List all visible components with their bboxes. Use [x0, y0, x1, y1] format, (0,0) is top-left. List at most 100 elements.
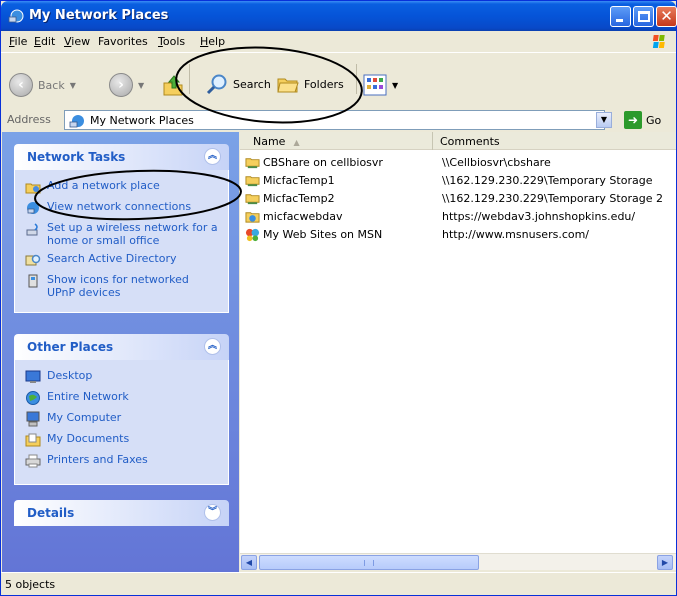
details-panel: Details ︾ [14, 500, 229, 526]
place-label: My Computer [47, 411, 122, 424]
list-item-comment: \\Cellbiosvr\cbshare [442, 156, 551, 169]
task-label: Set up a wireless network for a home or … [47, 221, 218, 247]
horizontal-scrollbar[interactable]: ◀ ▶ [240, 553, 676, 570]
list-item-name-cell: micfacwebdav [245, 209, 342, 224]
task-label: Add a network place [47, 179, 160, 192]
views-button[interactable]: ▼ [363, 74, 398, 96]
menu-file[interactable]: File [9, 35, 27, 48]
maximize-button[interactable] [633, 6, 654, 27]
list-item[interactable]: MicfacTemp1 \\162.129.230.229\Temporary … [240, 171, 676, 188]
place-label: Printers and Faxes [47, 453, 148, 466]
menu-edit-label: dit [40, 35, 56, 48]
file-list-view[interactable]: Name ▲ Comments CBShare on cellbiosvr \\C… [240, 132, 676, 553]
collapse-chevron-icon[interactable]: ︽ [204, 338, 221, 355]
list-item-name: My Web Sites on MSN [263, 228, 383, 241]
menu-view[interactable]: View [64, 35, 90, 48]
address-input[interactable]: My Network Places ▼ [64, 110, 612, 130]
network-share-icon [245, 158, 260, 169]
menu-favorites[interactable]: Favorites [98, 35, 148, 48]
other-places-body: Desktop Entire Network My Computer My Do… [14, 360, 229, 485]
folders-button[interactable]: Folders [277, 73, 344, 95]
list-item-comment: \\162.129.230.229\Temporary Storage 2 [442, 192, 663, 205]
folders-icon [277, 78, 299, 93]
back-button[interactable]: ‹ Back ▼ [9, 73, 76, 97]
details-header[interactable]: Details ︾ [14, 500, 229, 526]
place-entire-network[interactable]: Entire Network [25, 390, 218, 406]
documents-folder-icon [25, 433, 41, 447]
list-item[interactable]: My Web Sites on MSN http://www.msnusers.… [240, 225, 676, 242]
go-button[interactable]: ➜ Go [624, 111, 661, 129]
network-connections-icon [27, 202, 39, 214]
chevron-down-icon[interactable]: ▼ [596, 112, 612, 128]
place-my-documents[interactable]: My Documents [25, 432, 218, 448]
column-header-comments[interactable]: Comments [434, 132, 676, 150]
printer-icon [25, 454, 41, 468]
up-folder-icon[interactable] [162, 73, 184, 97]
list-item[interactable]: micfacwebdav https://webdav3.johnshopkin… [240, 207, 676, 224]
network-places-icon [8, 9, 24, 23]
search-icon [206, 74, 227, 95]
place-label: Desktop [47, 369, 93, 382]
minimize-icon [616, 19, 623, 22]
sort-ascending-icon: ▲ [293, 138, 300, 147]
network-share-icon [245, 194, 260, 205]
menu-favorites-label: Favorites [98, 35, 148, 48]
other-places-panel: Other Places ︽ Desktop Entire Network My… [14, 334, 229, 485]
place-printers-faxes[interactable]: Printers and Faxes [25, 453, 218, 469]
scroll-right-arrow-icon[interactable]: ▶ [657, 555, 673, 570]
scroll-left-arrow-icon[interactable]: ◀ [241, 555, 257, 570]
menu-tools-label: ools [162, 35, 186, 48]
list-item-comment: http://www.msnusers.com/ [442, 228, 590, 241]
column-header-row: Name ▲ Comments [240, 132, 676, 150]
menu-file-label: ile [14, 35, 28, 48]
status-bar: 5 objects [1, 572, 676, 595]
folders-label: Folders [304, 77, 344, 91]
maximize-icon [638, 11, 650, 22]
back-label: Back [38, 78, 65, 92]
place-desktop[interactable]: Desktop [25, 369, 218, 385]
forward-button[interactable]: › ▼ [109, 73, 144, 97]
task-add-network-place[interactable]: Add a network place [25, 179, 218, 195]
list-item[interactable]: MicfacTemp2 \\162.129.230.229\Temporary … [240, 189, 676, 206]
globe-icon [26, 391, 40, 405]
task-show-upnp-icons[interactable]: Show icons for networked UPnP devices [25, 273, 218, 299]
list-item[interactable]: CBShare on cellbiosvr \\Cellbiosvr\cbsha… [240, 153, 676, 170]
menu-view-label: iew [71, 35, 91, 48]
forward-arrow-icon: › [109, 73, 133, 97]
network-tasks-header[interactable]: Network Tasks ︽ [14, 144, 229, 170]
column-header-comments-label: Comments [440, 135, 500, 148]
list-item-name-cell: MicfacTemp1 [245, 173, 335, 188]
scrollbar-thumb[interactable] [259, 555, 479, 570]
collapse-chevron-icon[interactable]: ︽ [204, 148, 221, 165]
list-item-comment: https://webdav3.johnshopkins.edu/ [442, 210, 636, 223]
title-bar[interactable]: My Network Places ✕ [1, 1, 677, 31]
chevron-down-icon[interactable]: ▼ [70, 81, 76, 90]
task-view-network-connections[interactable]: View network connections [25, 200, 218, 216]
upnp-devices-icon [28, 274, 38, 288]
search-label: Search [233, 77, 271, 91]
other-places-header[interactable]: Other Places ︽ [14, 334, 229, 360]
search-button[interactable]: Search [206, 73, 271, 95]
task-setup-wireless[interactable]: Set up a wireless network for a home or … [25, 221, 218, 247]
minimize-button[interactable] [610, 6, 631, 27]
list-item-comment: \\162.129.230.229\Temporary Storage [442, 174, 653, 187]
network-tasks-panel: Network Tasks ︽ Add a network place View… [14, 144, 229, 313]
task-label: Show icons for networked UPnP devices [47, 273, 189, 299]
task-search-active-directory[interactable]: Search Active Directory [25, 252, 218, 268]
toolbar-separator [356, 64, 357, 94]
menu-help[interactable]: Help [200, 35, 225, 48]
list-item-name-cell: CBShare on cellbiosvr [245, 155, 383, 170]
menu-edit[interactable]: Edit [34, 35, 55, 48]
chevron-down-icon[interactable]: ▼ [138, 81, 144, 90]
menu-tools[interactable]: Tools [158, 35, 185, 48]
list-item-name: MicfacTemp2 [263, 192, 335, 205]
windows-logo-icon [652, 35, 665, 48]
msn-butterfly-icon [245, 228, 260, 242]
place-my-computer[interactable]: My Computer [25, 411, 218, 427]
column-header-name[interactable]: Name ▲ [240, 132, 433, 150]
address-bar: Address My Network Places ▼ ➜ Go [1, 109, 676, 131]
chevron-down-icon[interactable]: ▼ [392, 81, 398, 90]
close-button[interactable]: ✕ [656, 6, 677, 27]
computer-icon [26, 411, 40, 427]
expand-chevron-icon[interactable]: ︾ [204, 504, 221, 521]
